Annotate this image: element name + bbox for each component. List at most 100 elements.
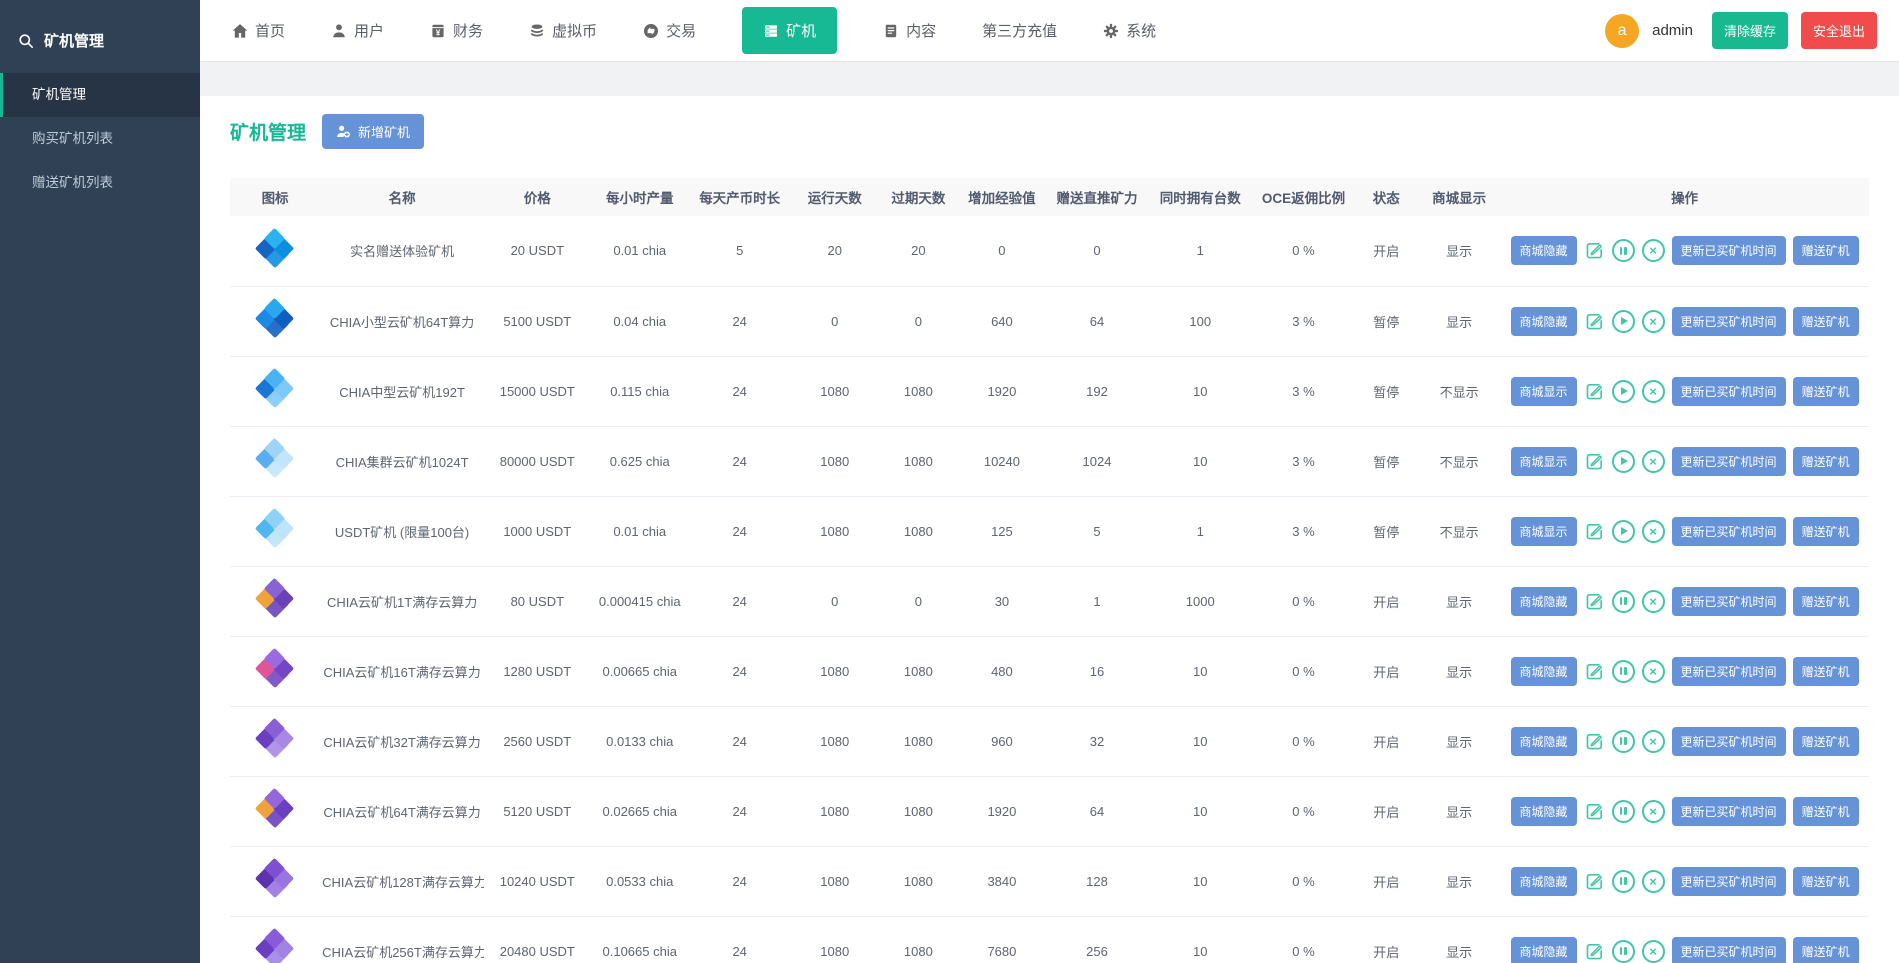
nav-item-6[interactable]: 内容 bbox=[883, 20, 936, 41]
cancel-icon[interactable]: × bbox=[1642, 450, 1665, 473]
nav-item-7[interactable]: 第三方充值 bbox=[982, 20, 1057, 41]
update-bought-time-button[interactable]: 更新已买矿机时间 bbox=[1672, 587, 1786, 616]
cancel-icon[interactable]: × bbox=[1642, 660, 1665, 683]
update-bought-time-button[interactable]: 更新已买矿机时间 bbox=[1672, 657, 1786, 686]
shop-toggle-button[interactable]: 商城隐藏 bbox=[1511, 797, 1577, 826]
clear-cache-button[interactable]: 清除缓存 bbox=[1712, 12, 1788, 49]
gift-miner-button[interactable]: 赠送矿机 bbox=[1793, 517, 1859, 546]
cancel-icon[interactable]: × bbox=[1642, 940, 1665, 963]
trade-icon bbox=[643, 23, 659, 39]
nav-item-1[interactable]: 用户 bbox=[331, 20, 384, 41]
avatar[interactable]: a bbox=[1605, 14, 1639, 48]
edit-icon[interactable] bbox=[1584, 591, 1605, 612]
admin-username[interactable]: admin bbox=[1652, 22, 1693, 39]
update-bought-time-button[interactable]: 更新已买矿机时间 bbox=[1672, 447, 1786, 476]
update-bought-time-button[interactable]: 更新已买矿机时间 bbox=[1672, 937, 1786, 963]
nav-item-label: 财务 bbox=[453, 20, 483, 41]
pause-icon[interactable] bbox=[1612, 590, 1635, 613]
edit-icon[interactable] bbox=[1584, 871, 1605, 892]
edit-icon[interactable] bbox=[1584, 240, 1605, 261]
nav-item-3[interactable]: 虚拟币 bbox=[529, 20, 597, 41]
cell-run_days: 1080 bbox=[820, 664, 849, 679]
gift-miner-button[interactable]: 赠送矿机 bbox=[1793, 587, 1859, 616]
edit-icon[interactable] bbox=[1584, 381, 1605, 402]
column-header-7: 增加经验值 bbox=[958, 178, 1047, 216]
update-bought-time-button[interactable]: 更新已买矿机时间 bbox=[1672, 377, 1786, 406]
cancel-icon[interactable]: × bbox=[1642, 590, 1665, 613]
edit-icon[interactable] bbox=[1584, 451, 1605, 472]
table-header-row: 图标名称价格每小时产量每天产币时长运行天数过期天数增加经验值赠送直推矿力同时拥有… bbox=[230, 178, 1869, 216]
cell-gift_power: 1024 bbox=[1083, 454, 1112, 469]
update-bought-time-button[interactable]: 更新已买矿机时间 bbox=[1672, 727, 1786, 756]
add-miner-button[interactable]: 新增矿机 bbox=[322, 114, 424, 149]
gift-miner-button[interactable]: 赠送矿机 bbox=[1793, 657, 1859, 686]
edit-icon[interactable] bbox=[1584, 801, 1605, 822]
cell-exp_gain: 480 bbox=[991, 664, 1013, 679]
shop-toggle-button[interactable]: 商城隐藏 bbox=[1511, 307, 1577, 336]
shop-toggle-button[interactable]: 商城显示 bbox=[1511, 517, 1577, 546]
update-bought-time-button[interactable]: 更新已买矿机时间 bbox=[1672, 307, 1786, 336]
cancel-icon[interactable]: × bbox=[1642, 310, 1665, 333]
cell-oce_rate: 0 % bbox=[1292, 944, 1314, 959]
gift-miner-button[interactable]: 赠送矿机 bbox=[1793, 797, 1859, 826]
gift-miner-button[interactable]: 赠送矿机 bbox=[1793, 937, 1859, 963]
cancel-icon[interactable]: × bbox=[1642, 800, 1665, 823]
cancel-icon[interactable]: × bbox=[1642, 870, 1665, 893]
edit-icon[interactable] bbox=[1584, 311, 1605, 332]
edit-icon[interactable] bbox=[1584, 941, 1605, 962]
miner-icon bbox=[251, 300, 299, 342]
nav-item-0[interactable]: 首页 bbox=[232, 20, 285, 41]
cell-status: 暂停 bbox=[1373, 385, 1399, 400]
sidebar-item-0[interactable]: 矿机管理 bbox=[0, 73, 200, 117]
shop-toggle-button[interactable]: 商城隐藏 bbox=[1511, 937, 1577, 963]
play-icon[interactable] bbox=[1612, 520, 1635, 543]
pause-icon[interactable] bbox=[1612, 730, 1635, 753]
update-bought-time-button[interactable]: 更新已买矿机时间 bbox=[1672, 517, 1786, 546]
logout-button[interactable]: 安全退出 bbox=[1801, 12, 1877, 49]
sidebar-item-1[interactable]: 购买矿机列表 bbox=[0, 117, 200, 161]
play-icon[interactable] bbox=[1612, 450, 1635, 473]
cancel-icon[interactable]: × bbox=[1642, 380, 1665, 403]
nav-item-4[interactable]: 交易 bbox=[643, 20, 696, 41]
update-bought-time-button[interactable]: 更新已买矿机时间 bbox=[1672, 797, 1786, 826]
update-bought-time-button[interactable]: 更新已买矿机时间 bbox=[1672, 236, 1786, 265]
nav-item-8[interactable]: 系统 bbox=[1103, 20, 1156, 41]
cell-run_days: 1080 bbox=[820, 524, 849, 539]
gift-miner-button[interactable]: 赠送矿机 bbox=[1793, 727, 1859, 756]
edit-icon[interactable] bbox=[1584, 731, 1605, 752]
cancel-icon[interactable]: × bbox=[1642, 239, 1665, 262]
page-title: 矿机管理 bbox=[230, 118, 306, 145]
cell-shop_display: 显示 bbox=[1446, 805, 1472, 820]
gift-miner-button[interactable]: 赠送矿机 bbox=[1793, 867, 1859, 896]
edit-icon[interactable] bbox=[1584, 521, 1605, 542]
play-icon[interactable] bbox=[1612, 380, 1635, 403]
pause-icon[interactable] bbox=[1612, 239, 1635, 262]
update-bought-time-button[interactable]: 更新已买矿机时间 bbox=[1672, 867, 1786, 896]
shop-toggle-button[interactable]: 商城显示 bbox=[1511, 377, 1577, 406]
gift-miner-button[interactable]: 赠送矿机 bbox=[1793, 447, 1859, 476]
cancel-icon[interactable]: × bbox=[1642, 520, 1665, 543]
pause-icon[interactable] bbox=[1612, 660, 1635, 683]
shop-toggle-button[interactable]: 商城显示 bbox=[1511, 447, 1577, 476]
gift-miner-button[interactable]: 赠送矿机 bbox=[1793, 307, 1859, 336]
nav-item-2[interactable]: ¥财务 bbox=[430, 20, 483, 41]
play-icon[interactable] bbox=[1612, 310, 1635, 333]
pause-icon[interactable] bbox=[1612, 800, 1635, 823]
nav-item-5[interactable]: 矿机 bbox=[742, 7, 837, 54]
shop-toggle-button[interactable]: 商城隐藏 bbox=[1511, 236, 1577, 265]
pause-icon[interactable] bbox=[1612, 940, 1635, 963]
shop-toggle-button[interactable]: 商城隐藏 bbox=[1511, 867, 1577, 896]
sidebar-title: 矿机管理 bbox=[44, 30, 104, 51]
shop-toggle-button[interactable]: 商城隐藏 bbox=[1511, 727, 1577, 756]
edit-icon[interactable] bbox=[1584, 661, 1605, 682]
gift-miner-button[interactable]: 赠送矿机 bbox=[1793, 377, 1859, 406]
shop-toggle-button[interactable]: 商城隐藏 bbox=[1511, 657, 1577, 686]
sidebar-item-2[interactable]: 赠送矿机列表 bbox=[0, 161, 200, 205]
pause-icon[interactable] bbox=[1612, 870, 1635, 893]
shop-toggle-button[interactable]: 商城隐藏 bbox=[1511, 587, 1577, 616]
cancel-icon[interactable]: × bbox=[1642, 730, 1665, 753]
cell-hourly_output: 0.02665 chia bbox=[603, 804, 677, 819]
gift-miner-button[interactable]: 赠送矿机 bbox=[1793, 236, 1859, 265]
cell-price: 80000 USDT bbox=[500, 454, 575, 469]
add-miner-label: 新增矿机 bbox=[358, 122, 410, 141]
